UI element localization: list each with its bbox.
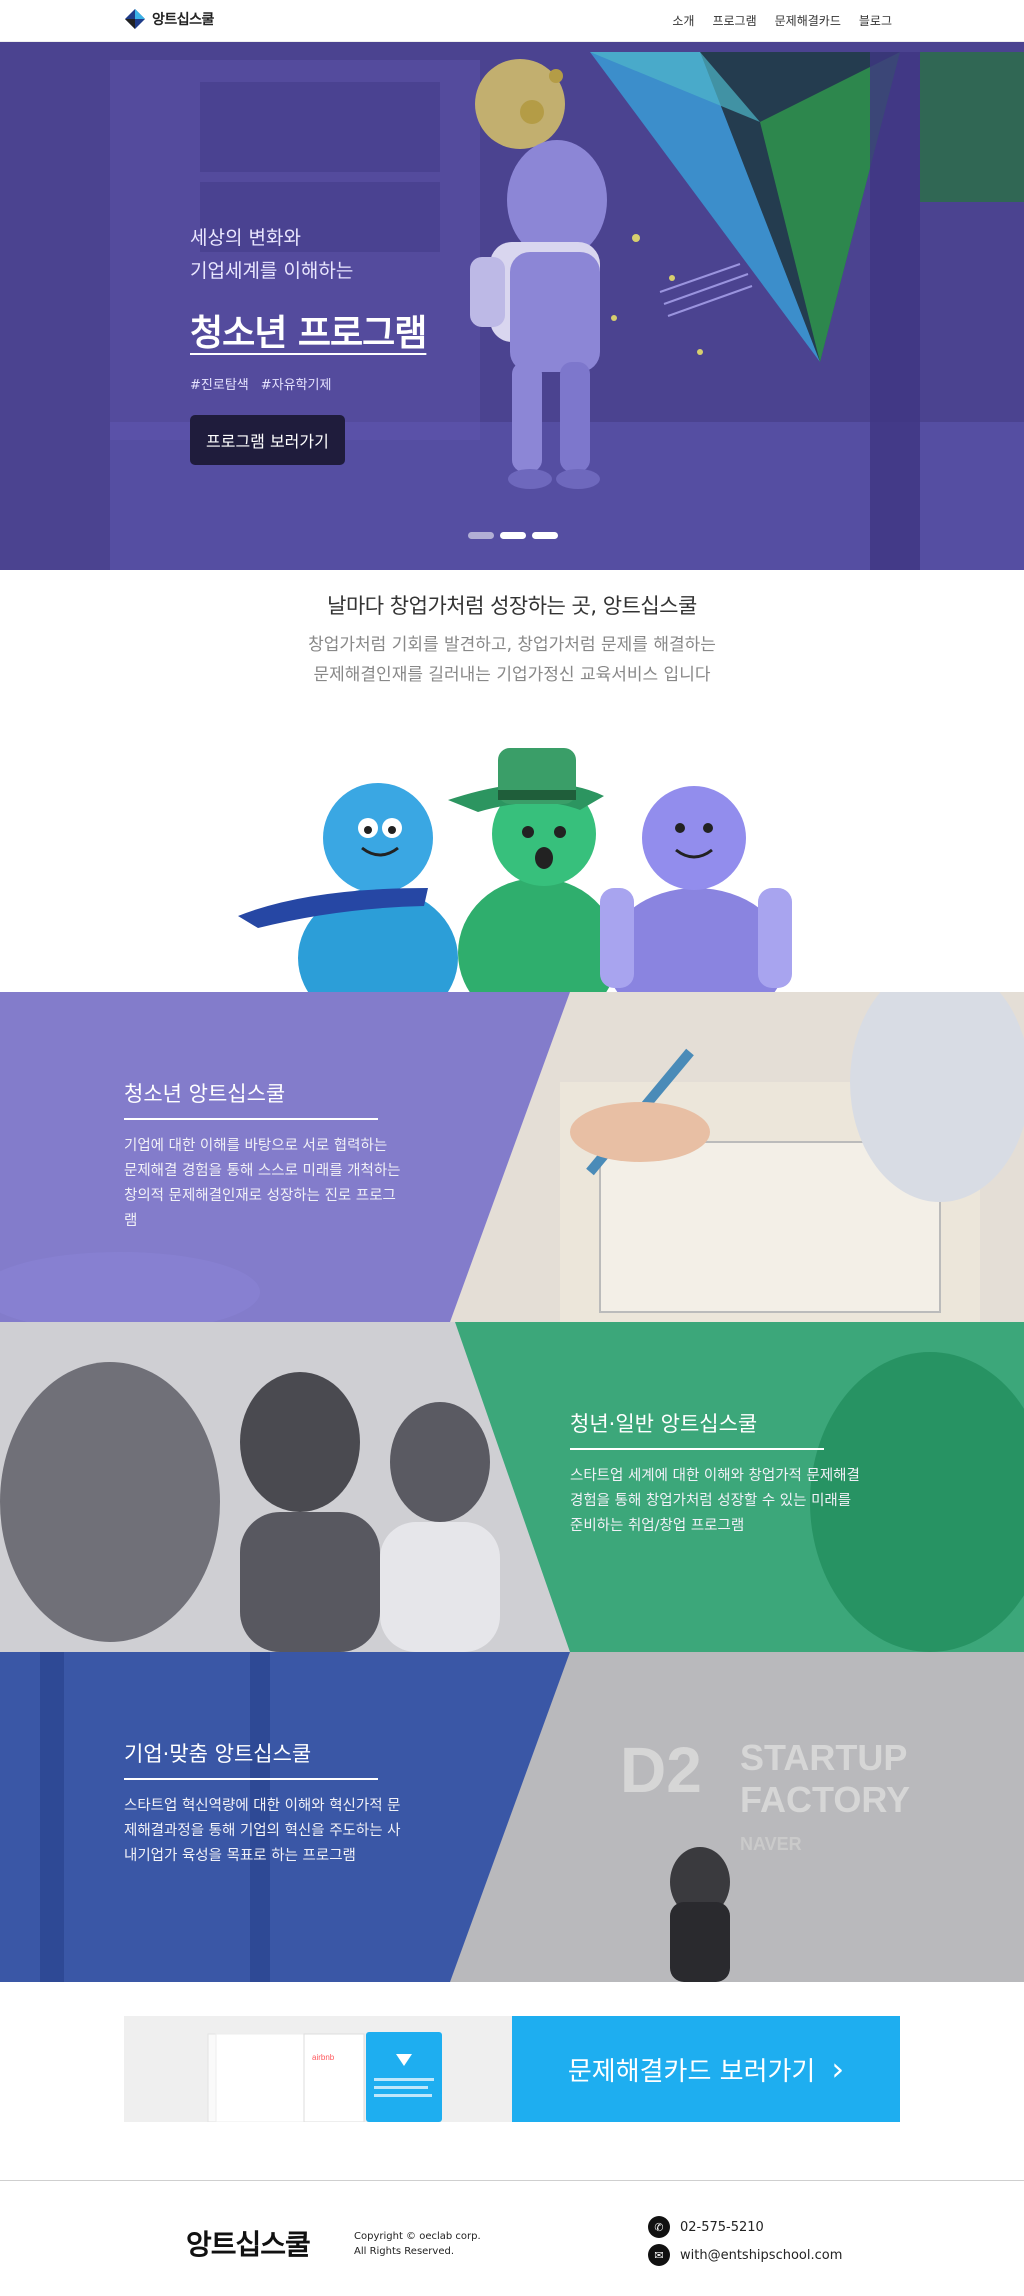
program-corporate[interactable]: D2 STARTUP FACTORY NAVER 기업·맞춤 앙트십스쿨 스타트… — [0, 1652, 1024, 1982]
menu-item-program[interactable]: 프로그램 — [712, 12, 756, 29]
carousel-dot-1[interactable] — [468, 532, 494, 539]
footer-copyright: Copyright © oeclab corp. All Rights Rese… — [354, 2229, 481, 2259]
airbnb-card-text: airbnb — [312, 2053, 335, 2062]
footer-email-row[interactable]: ✉ with@entshipschool.com — [648, 2241, 842, 2269]
program-adult[interactable]: 청년·일반 앙트십스쿨 스타트업 세계에 대한 이해와 창업가적 문제해결 경험… — [0, 1322, 1024, 1652]
hero-banner: 세상의 변화와 기업세계를 이해하는 청소년 프로그램 #진로탐색 #자유학기제… — [0, 42, 1024, 570]
program-adult-title: 청년·일반 앙트십스쿨 — [570, 1408, 824, 1450]
menu-item-blog[interactable]: 블로그 — [859, 12, 892, 29]
site-logo[interactable]: 앙트십스쿨 — [124, 8, 214, 30]
menu-item-cards[interactable]: 문제해결카드 — [775, 12, 841, 29]
program-youth-title: 청소년 앙트십스쿨 — [124, 1078, 378, 1120]
hero-subtitle-1: 세상의 변화와 — [190, 227, 301, 249]
mascot-characters — [238, 748, 792, 992]
backdrop-factory-text: FACTORY — [740, 1779, 910, 1820]
site-footer: 앙트십스쿨 Copyright © oeclab corp. All Right… — [0, 2180, 1024, 2296]
view-program-button[interactable]: 프로그램 보러가기 — [190, 415, 345, 465]
top-nav: 앙트십스쿨 소개 프로그램 문제해결카드 블로그 — [0, 0, 1024, 42]
copyright-line-2: All Rights Reserved. — [354, 2246, 455, 2257]
logo-text: 앙트십스쿨 — [152, 12, 214, 28]
program-corporate-title: 기업·맞춤 앙트십스쿨 — [124, 1738, 378, 1780]
program-corporate-text: 기업·맞춤 앙트십스쿨 스타트업 혁신역량에 대한 이해와 혁신가적 문제해결과… — [124, 1738, 404, 1869]
footer-contact: ✆ 02-575-5210 ✉ with@entshipschool.com — [648, 2213, 842, 2269]
intro-section: 날마다 창업가처럼 성장하는 곳, 앙트십스쿨 창업가처럼 기회를 발견하고, … — [0, 590, 1024, 690]
carousel-indicators — [468, 532, 558, 539]
program-youth[interactable]: 청소년 앙트십스쿨 기업에 대한 이해를 바탕으로 서로 협력하는 문제해결 경… — [0, 992, 1024, 1322]
hero-illustration — [0, 42, 1024, 570]
intro-heading: 날마다 창업가처럼 성장하는 곳, 앙트십스쿨 — [327, 594, 697, 618]
copyright-line-1: Copyright © oeclab corp. — [354, 2231, 481, 2242]
green-character-icon — [448, 748, 618, 992]
menu-item-about[interactable]: 소개 — [672, 12, 694, 29]
main-menu: 소개 프로그램 문제해결카드 블로그 — [672, 12, 892, 29]
backdrop-naver-text: NAVER — [740, 1834, 802, 1854]
backdrop-startup-text: STARTUP — [740, 1737, 907, 1778]
footer-email: with@entshipschool.com — [680, 2247, 843, 2263]
program-corporate-desc: 스타트업 혁신역량에 대한 이해와 혁신가적 문제해결과정을 통해 기업의 혁신… — [124, 1798, 401, 1864]
backdrop-d2-text: D2 — [620, 1734, 702, 1806]
page: 앙트십스쿨 소개 프로그램 문제해결카드 블로그 세상의 변화와 기업세계를 이… — [0, 0, 1024, 2296]
view-cards-button[interactable]: 문제해결카드 보러가기 › — [512, 2016, 900, 2122]
purple-character-icon — [600, 786, 792, 992]
program-adult-text: 청년·일반 앙트십스쿨 스타트업 세계에 대한 이해와 창업가적 문제해결 경험… — [570, 1408, 860, 1539]
hero-subtitle-2: 기업세계를 이해하는 — [190, 260, 354, 282]
intro-description: 창업가처럼 기회를 발견하고, 창업가처럼 문제를 해결하는 문제해결인재를 길… — [0, 630, 1024, 690]
intro-line-1: 창업가처럼 기회를 발견하고, 창업가처럼 문제를 해결하는 — [308, 635, 716, 655]
footer-phone: 02-575-5210 — [680, 2219, 764, 2235]
view-cards-label: 문제해결카드 보러가기 — [567, 2056, 816, 2087]
hero-tags: #진로탐색 #자유학기제 — [190, 374, 426, 393]
program-youth-text: 청소년 앙트십스쿨 기업에 대한 이해를 바탕으로 서로 협력하는 문제해결 경… — [124, 1078, 404, 1234]
card-preview-illustration: airbnb — [207, 2032, 442, 2122]
hero-text: 세상의 변화와 기업세계를 이해하는 청소년 프로그램 #진로탐색 #자유학기제… — [190, 222, 427, 465]
diamond-logo-icon — [124, 8, 146, 30]
intro-line-2: 문제해결인재를 길러내는 기업가정신 교육서비스 입니다 — [313, 665, 711, 685]
program-adult-desc: 스타트업 세계에 대한 이해와 창업가적 문제해결 경험을 통해 창업가처럼 성… — [570, 1468, 860, 1534]
tag-free-semester[interactable]: #자유학기제 — [261, 374, 332, 393]
chevron-right-icon: › — [831, 2050, 845, 2088]
footer-phone-row[interactable]: ✆ 02-575-5210 — [648, 2213, 842, 2241]
program-adult-background — [0, 1322, 1024, 1652]
carousel-dot-2[interactable] — [500, 532, 526, 539]
blue-character-icon — [238, 783, 458, 992]
mail-icon: ✉ — [648, 2244, 670, 2266]
problem-solving-card-banner[interactable]: airbnb 문제해결카드 보러가기 › — [124, 2016, 900, 2122]
phone-icon: ✆ — [648, 2216, 670, 2238]
carousel-dot-3[interactable] — [532, 532, 558, 539]
program-youth-desc: 기업에 대한 이해를 바탕으로 서로 협력하는 문제해결 경험을 통해 스스로 … — [124, 1138, 401, 1229]
tag-career[interactable]: #진로탐색 — [190, 374, 249, 393]
hero-title: 청소년 프로그램 — [190, 313, 427, 354]
footer-logo: 앙트십스쿨 — [186, 2228, 311, 2261]
